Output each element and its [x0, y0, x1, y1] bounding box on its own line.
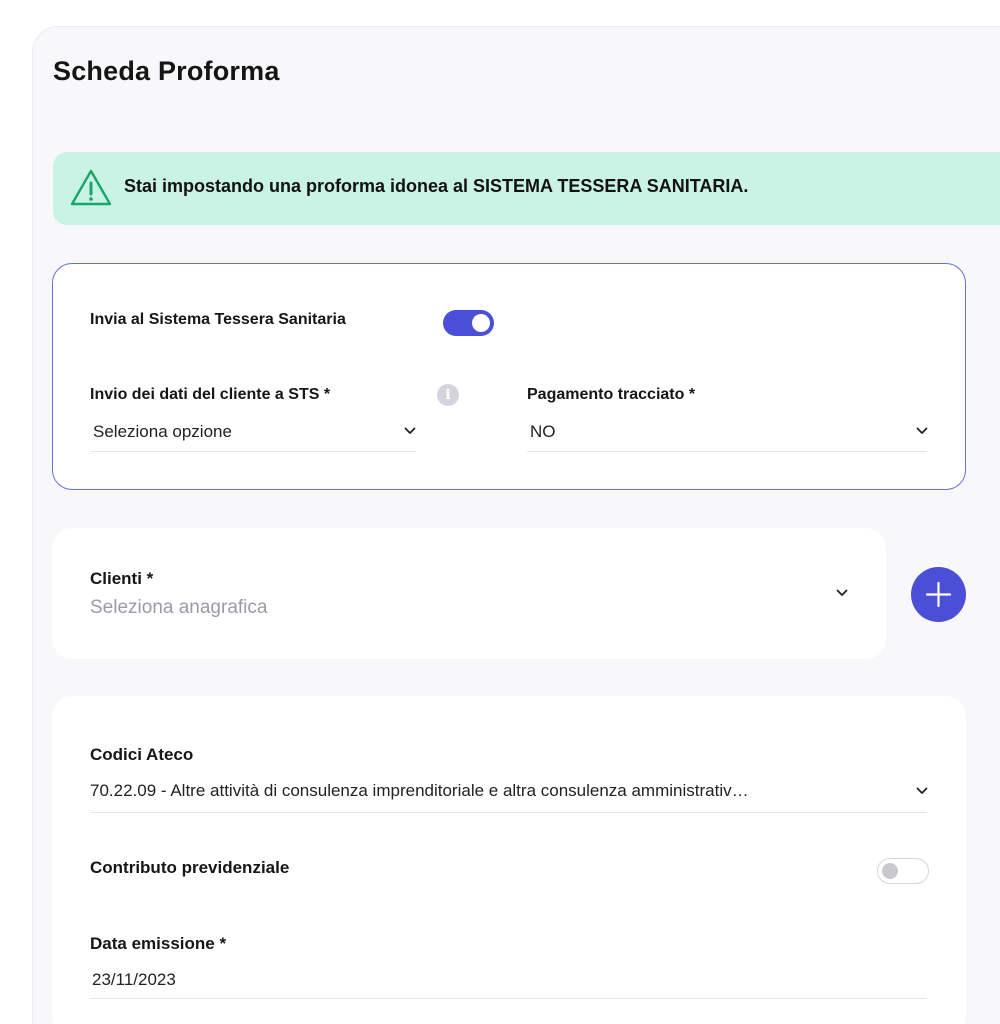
invio-dati-select[interactable]: Seleziona opzione	[93, 422, 232, 442]
data-emissione-underline	[90, 998, 927, 999]
clienti-card[interactable]	[52, 528, 886, 659]
invio-dati-label: Invio dei dati del cliente a STS *	[90, 386, 331, 403]
toggle-knob	[882, 863, 898, 879]
chevron-down-icon[interactable]	[916, 787, 928, 795]
toggle-knob	[472, 314, 490, 332]
invio-dati-underline	[90, 451, 416, 452]
contributo-toggle[interactable]	[877, 858, 929, 884]
sts-toggle-label: Invia al Sistema Tessera Sanitaria	[90, 311, 346, 328]
pagamento-label: Pagamento tracciato *	[527, 386, 696, 403]
add-client-button[interactable]	[911, 567, 966, 622]
chevron-down-icon[interactable]	[404, 427, 416, 435]
data-emissione-label: Data emissione *	[90, 934, 227, 953]
ateco-label: Codici Ateco	[90, 745, 194, 764]
info-icon[interactable]: i	[437, 384, 459, 406]
page-title: Scheda Proforma	[53, 56, 280, 86]
clienti-label: Clienti *	[90, 569, 154, 588]
ateco-select[interactable]: 70.22.09 - Altre attività di consulenza …	[90, 781, 902, 801]
contributo-label: Contributo previdenziale	[90, 858, 290, 877]
sts-toggle[interactable]	[443, 310, 494, 336]
sts-alert-banner: Stai impostando una proforma idonea al S…	[53, 152, 1000, 225]
data-emissione-input[interactable]: 23/11/2023	[92, 970, 176, 990]
pagamento-underline	[527, 451, 927, 452]
pagamento-select[interactable]: NO	[530, 422, 556, 442]
clienti-select[interactable]: Seleziona anagrafica	[90, 597, 267, 619]
warning-icon	[70, 169, 112, 206]
plus-icon	[925, 581, 952, 608]
chevron-down-icon[interactable]	[916, 427, 928, 435]
ateco-underline	[90, 812, 927, 813]
alert-text: Stai impostando una proforma idonea al S…	[124, 176, 749, 196]
chevron-down-icon[interactable]	[836, 589, 848, 597]
sts-card	[52, 263, 966, 490]
